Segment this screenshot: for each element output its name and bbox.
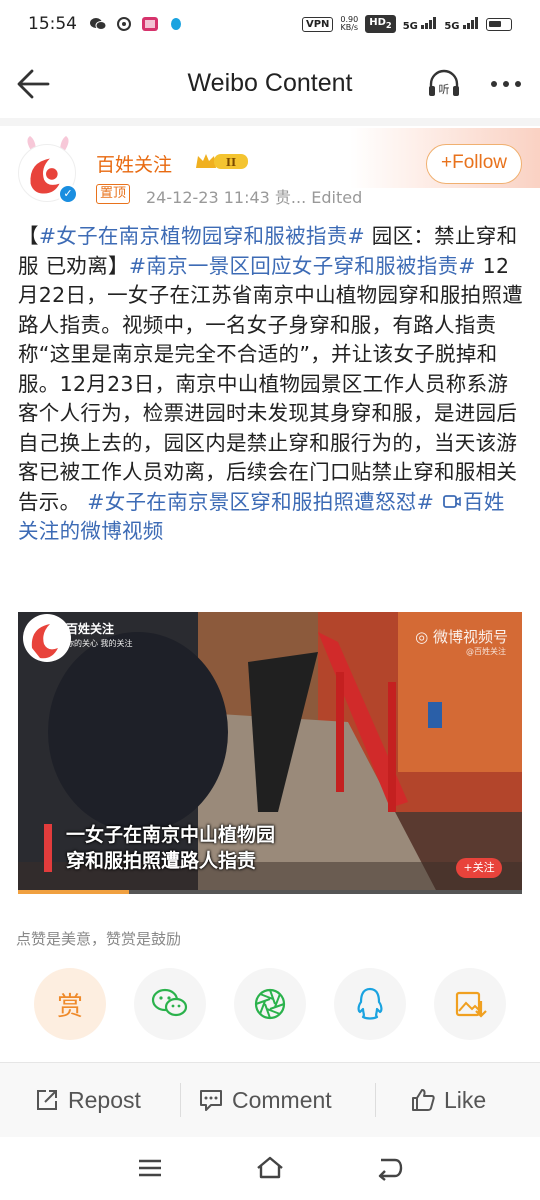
thumbs-up-icon: [412, 1089, 435, 1111]
headphones-listen-icon[interactable]: 听: [426, 66, 462, 102]
weibo-video-watermark: ◎ 微博视频号: [415, 628, 508, 646]
verified-badge-icon: ✓: [58, 184, 78, 204]
post-header: ✓ 百姓关注 II 置顶 24-12-23 11:43 贵... Edited …: [0, 128, 540, 212]
action-separator: [180, 1083, 181, 1117]
signal-2: 5G: [444, 16, 479, 32]
vip-crown-badge-icon[interactable]: II: [194, 150, 250, 172]
comment-button[interactable]: Comment: [198, 1063, 332, 1137]
video-caption: 一女子在南京中山植物园 穿和服拍照遭路人指责: [66, 824, 276, 872]
save-image-button[interactable]: [434, 968, 506, 1040]
pinned-badge: 置顶: [96, 184, 131, 204]
save-image-icon: [455, 991, 487, 1018]
system-indicators: VPN 0.90 KB/s HD2 5G 5G: [301, 15, 512, 33]
network-speed: 0.90 KB/s: [340, 15, 359, 32]
wechat-notification-icon: [90, 18, 107, 30]
topic-link[interactable]: #南京一景区回应女子穿和服被指责#: [129, 254, 476, 278]
video-follow-button[interactable]: +关注: [456, 858, 502, 878]
signal-1: 5G: [403, 16, 438, 32]
video-follow-avatar-icon[interactable]: [18, 612, 76, 680]
signal-bars-icon: [421, 16, 437, 29]
share-wechat-button[interactable]: [134, 968, 206, 1040]
back-arrow-icon[interactable]: [14, 64, 54, 104]
share-qq-button[interactable]: [334, 968, 406, 1040]
watermark-account: @百姓关注: [466, 647, 506, 656]
like-button[interactable]: Like: [410, 1063, 486, 1137]
status-bar: 15:54 VPN 0.90 KB/s HD2 5G 5G: [0, 0, 540, 48]
qq-notification-icon: [171, 18, 181, 30]
video-link-icon: [443, 494, 461, 508]
video-progress-fill: [18, 890, 129, 894]
video-player[interactable]: 百姓关注 你的关心 我的关注 ◎ 微博视频号 @百姓关注 一女子在南京中山植物园…: [18, 612, 522, 894]
home-icon[interactable]: [253, 1153, 287, 1183]
reward-button[interactable]: 赏: [34, 968, 106, 1040]
post-body: 【#女子在南京植物园穿和服被指责# 园区：禁止穿和服 已劝离】#南京一景区回应女…: [18, 224, 524, 543]
username[interactable]: 百姓关注: [96, 150, 172, 177]
header-divider: [0, 118, 540, 126]
vpn-indicator: VPN: [301, 16, 334, 32]
follow-button[interactable]: +Follow: [426, 144, 522, 184]
qq-icon: [357, 987, 383, 1020]
signal-bars-icon: [463, 16, 478, 29]
action-separator: [375, 1083, 376, 1117]
svg-text:II: II: [226, 156, 236, 169]
menu-icon[interactable]: [133, 1153, 167, 1183]
app-notification-icon: [117, 17, 131, 31]
media-app-icon: [142, 17, 158, 31]
app-header: Weibo Content 听: [0, 50, 540, 116]
post-meta: 24-12-23 11:43 贵... Edited: [146, 188, 363, 207]
repost-button[interactable]: Repost: [34, 1063, 141, 1137]
repost-icon: [37, 1090, 57, 1110]
caption-accent-bar: [44, 824, 52, 872]
share-moments-button[interactable]: [234, 968, 306, 1040]
wechat-icon: [151, 988, 188, 1017]
action-bar: Repost Comment Like: [0, 1063, 540, 1137]
hd-indicator: HD2: [365, 15, 396, 33]
topic-link[interactable]: #女子在南京景区穿和服拍照遭怒怼#: [87, 490, 434, 514]
svg-text:听: 听: [439, 83, 450, 96]
battery-icon: [486, 17, 512, 31]
video-progress-bar[interactable]: [18, 890, 522, 894]
notification-icons: [89, 17, 185, 31]
moments-icon: [254, 988, 286, 1020]
status-time: 15:54: [28, 14, 77, 34]
back-nav-icon[interactable]: [373, 1153, 407, 1183]
more-options-icon[interactable]: [488, 74, 524, 94]
topic-link[interactable]: #女子在南京植物园穿和服被指责#: [39, 224, 365, 248]
share-row: 赏: [0, 968, 540, 1044]
system-navigation-bar: [0, 1137, 540, 1200]
reward-hint: 点赞是美意，赞赏是鼓励: [16, 930, 182, 948]
comment-icon: [200, 1090, 222, 1111]
